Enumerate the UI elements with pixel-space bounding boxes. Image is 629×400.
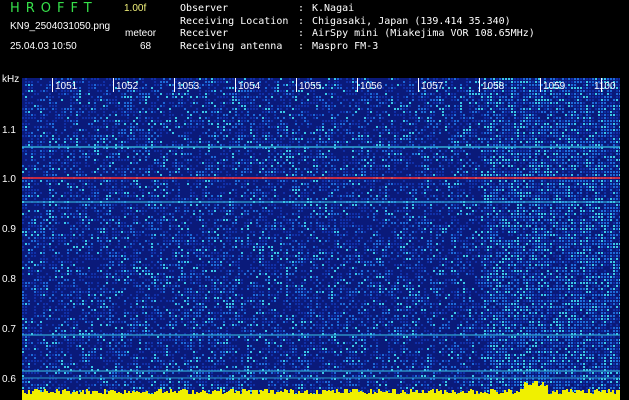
app-version: 1.00f — [124, 3, 147, 14]
info-value: K.Nagai — [312, 3, 355, 14]
x-tick-label: 1059 — [543, 81, 566, 92]
info-row-location: Receiving Location : Chigasaki, Japan (1… — [180, 16, 535, 29]
x-tick-label: 1055 — [299, 81, 322, 92]
info-key: Receiving antenna — [180, 40, 283, 52]
spectrogram — [22, 78, 620, 400]
info-value: Maspro FM-3 — [312, 40, 379, 52]
y-tick-label: 1.1 — [2, 125, 16, 136]
x-tick-label: 1053 — [177, 81, 200, 92]
y-axis-unit: kHz — [2, 74, 20, 85]
x-tick — [540, 78, 541, 92]
x-tick — [479, 78, 480, 92]
x-tick — [418, 78, 419, 92]
info-colon: : — [298, 40, 305, 52]
info-row-observer: Observer : K.Nagai — [180, 3, 535, 16]
x-tick — [296, 78, 297, 92]
y-tick-label: 1.0 — [2, 174, 16, 185]
x-tick-label: 1054 — [238, 81, 261, 92]
x-tick-label: 1100 — [594, 81, 616, 92]
x-tick — [113, 78, 114, 92]
y-tick-label: 0.9 — [2, 224, 16, 235]
app-title: HROFFT — [10, 1, 98, 16]
meteor-count: 68 — [140, 41, 152, 52]
info-key: Receiver — [180, 28, 229, 39]
timestamp: 25.04.03 10:50 — [10, 41, 77, 52]
y-tick-label: 0.7 — [2, 324, 16, 335]
info-key: Receiving Location — [180, 15, 289, 27]
x-tick — [52, 78, 53, 92]
info-row-receiver: Receiver : AirSpy mini (Miakejima VOR 10… — [180, 28, 535, 41]
y-tick-label: 0.6 — [2, 374, 16, 385]
info-row-antenna: Receiving antenna : Maspro FM-3 — [180, 41, 535, 54]
file-name: KN9_2504031050.png — [10, 21, 111, 32]
x-tick-label: 1051 — [55, 81, 78, 92]
info-value: AirSpy mini (Miakejima VOR 108.65MHz) — [312, 28, 535, 39]
meteor-label: meteor — [125, 28, 157, 39]
x-tick-label: 1056 — [360, 81, 383, 92]
x-tick — [357, 78, 358, 92]
y-tick-label: 0.8 — [2, 274, 16, 285]
info-colon: : — [298, 15, 305, 27]
info-key: Observer — [180, 3, 229, 14]
x-tick — [235, 78, 236, 92]
info-colon: : — [298, 28, 305, 39]
station-info: Observer : K.Nagai Receiving Location : … — [180, 3, 535, 53]
x-tick-label: 1057 — [421, 81, 444, 92]
spectrogram-canvas — [22, 78, 620, 400]
x-tick-label: 1052 — [116, 81, 139, 92]
x-tick-label: 1058 — [482, 81, 505, 92]
info-colon: : — [298, 3, 305, 14]
header-panel: HROFFT 1.00f KN9_2504031050.png meteor 2… — [0, 0, 629, 76]
x-tick — [174, 78, 175, 92]
info-value: Chigasaki, Japan (139.414 35.340) — [312, 15, 511, 27]
